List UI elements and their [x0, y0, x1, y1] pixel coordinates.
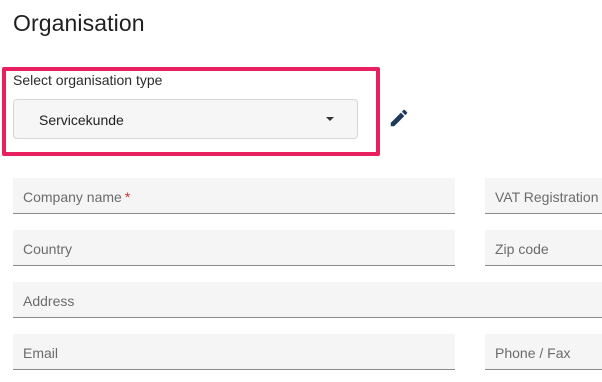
vat-registration-field[interactable]: VAT Registration: [485, 178, 602, 214]
phone-fax-field[interactable]: Phone / Fax: [485, 334, 602, 370]
email-field[interactable]: Email: [13, 334, 455, 370]
company-name-field[interactable]: Company name *: [13, 178, 455, 214]
vat-registration-label: VAT Registration: [495, 189, 599, 205]
address-label: Address: [23, 293, 75, 309]
page-title: Organisation: [13, 10, 145, 36]
address-field[interactable]: Address: [13, 282, 602, 318]
organisation-page: Organisation Select organisation type Se…: [0, 0, 602, 382]
email-label: Email: [23, 345, 59, 361]
caret-down-icon: [326, 117, 334, 121]
phone-fax-label: Phone / Fax: [495, 345, 571, 361]
organisation-type-selected-value: Servicekunde: [39, 112, 124, 128]
organisation-type-select[interactable]: Servicekunde: [13, 99, 358, 139]
company-name-label: Company name *: [23, 189, 131, 205]
pencil-icon[interactable]: [388, 107, 410, 129]
organisation-type-label: Select organisation type: [13, 72, 163, 88]
country-label: Country: [23, 241, 73, 257]
zip-code-label: Zip code: [495, 241, 549, 257]
required-marker: *: [124, 189, 131, 205]
zip-code-field[interactable]: Zip code: [485, 230, 602, 266]
country-field[interactable]: Country: [13, 230, 455, 266]
